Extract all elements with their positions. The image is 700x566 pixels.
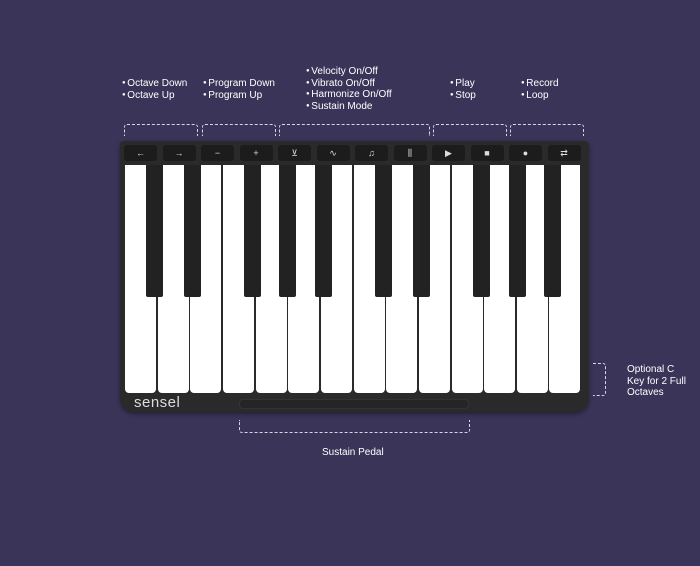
optional-c-label: Optional C Key for 2 Full Octaves (627, 364, 686, 399)
loop-button[interactable]: ⇄ (547, 145, 581, 161)
record-label: Record Loop (521, 78, 559, 102)
optional-c-line: Optional C (627, 364, 675, 375)
sensel-logo: sensel (134, 394, 181, 411)
arrow-right-button[interactable]: → (162, 145, 196, 161)
optional-c-line: Key for 2 Full (627, 375, 686, 387)
arrow-left-icon: ← (136, 148, 145, 158)
black-key[interactable] (184, 165, 201, 297)
record-button[interactable]: ● (509, 145, 542, 161)
keyboard-device: sensel ← → − + ⊻ ∿ ♫ ⫼ ▶ ■ ● ⇄ (120, 141, 589, 412)
black-key[interactable] (375, 165, 392, 297)
loop-icon: ⇄ (560, 147, 568, 158)
harmonize-icon: ♫ (368, 148, 375, 158)
black-key[interactable] (509, 165, 526, 297)
arrow-right-icon: → (174, 148, 184, 158)
label-record: Record (521, 78, 558, 90)
bracket-optional-c (593, 363, 606, 396)
minus-button[interactable]: − (201, 145, 234, 161)
play-icon: ▶ (445, 147, 452, 158)
harmonize-button[interactable]: ♫ (355, 145, 388, 161)
octave-label: Octave Down Octave Up (122, 78, 187, 101)
label-loop: Loop (521, 90, 559, 102)
modes-label: Velocity On/Off Vibrato On/Off Harmonize… (306, 66, 392, 113)
minus-icon: − (214, 148, 221, 158)
black-key[interactable] (315, 165, 332, 297)
vibrato-button[interactable]: ∿ (316, 145, 350, 161)
black-key[interactable] (473, 165, 490, 297)
plus-icon: + (253, 148, 259, 158)
velocity-icon: ⊻ (291, 147, 298, 158)
optional-c-line: Octaves (627, 387, 664, 398)
plus-button[interactable]: + (239, 145, 273, 161)
label-program-up: Program Up (203, 90, 275, 102)
label-sustain-mode: Sustain Mode (306, 101, 392, 113)
stop-button[interactable]: ■ (470, 145, 504, 161)
program-label: Program Down Program Up (203, 78, 275, 101)
velocity-button[interactable]: ⊻ (278, 145, 311, 161)
record-icon: ● (522, 148, 529, 158)
label-vibrato: Vibrato On/Off (306, 78, 392, 90)
transport-label: Play Stop (450, 78, 476, 101)
vibrato-icon: ∿ (329, 147, 337, 158)
stop-icon: ■ (484, 148, 490, 158)
black-key[interactable] (279, 165, 296, 297)
label-stop: Stop (450, 90, 476, 102)
label-program-down: Program Down (203, 78, 275, 90)
bracket-modes (279, 124, 430, 136)
label-velocity: Velocity On/Off (306, 66, 392, 78)
bracket-sustain-pedal (239, 420, 470, 433)
bracket-record (510, 124, 584, 136)
bracket-program (202, 124, 276, 136)
play-button[interactable]: ▶ (432, 145, 465, 161)
sustain-icon: ⫼ (407, 147, 413, 158)
label-play: Play (450, 78, 476, 90)
sustain-button[interactable]: ⫼ (393, 145, 427, 161)
label-octave-down: Octave Down (122, 78, 187, 90)
arrow-left-button[interactable]: ← (124, 145, 157, 161)
sustain-pedal-strip[interactable] (239, 399, 469, 409)
black-key[interactable] (413, 165, 430, 297)
sustain-pedal-label: Sustain Pedal (322, 447, 384, 458)
label-octave-up: Octave Up (122, 90, 187, 102)
black-key[interactable] (146, 165, 163, 297)
black-key[interactable] (244, 165, 261, 297)
black-key[interactable] (544, 165, 561, 297)
label-harmonize: Harmonize On/Off (306, 89, 391, 101)
bracket-transport (433, 124, 507, 136)
bracket-octave (124, 124, 198, 136)
